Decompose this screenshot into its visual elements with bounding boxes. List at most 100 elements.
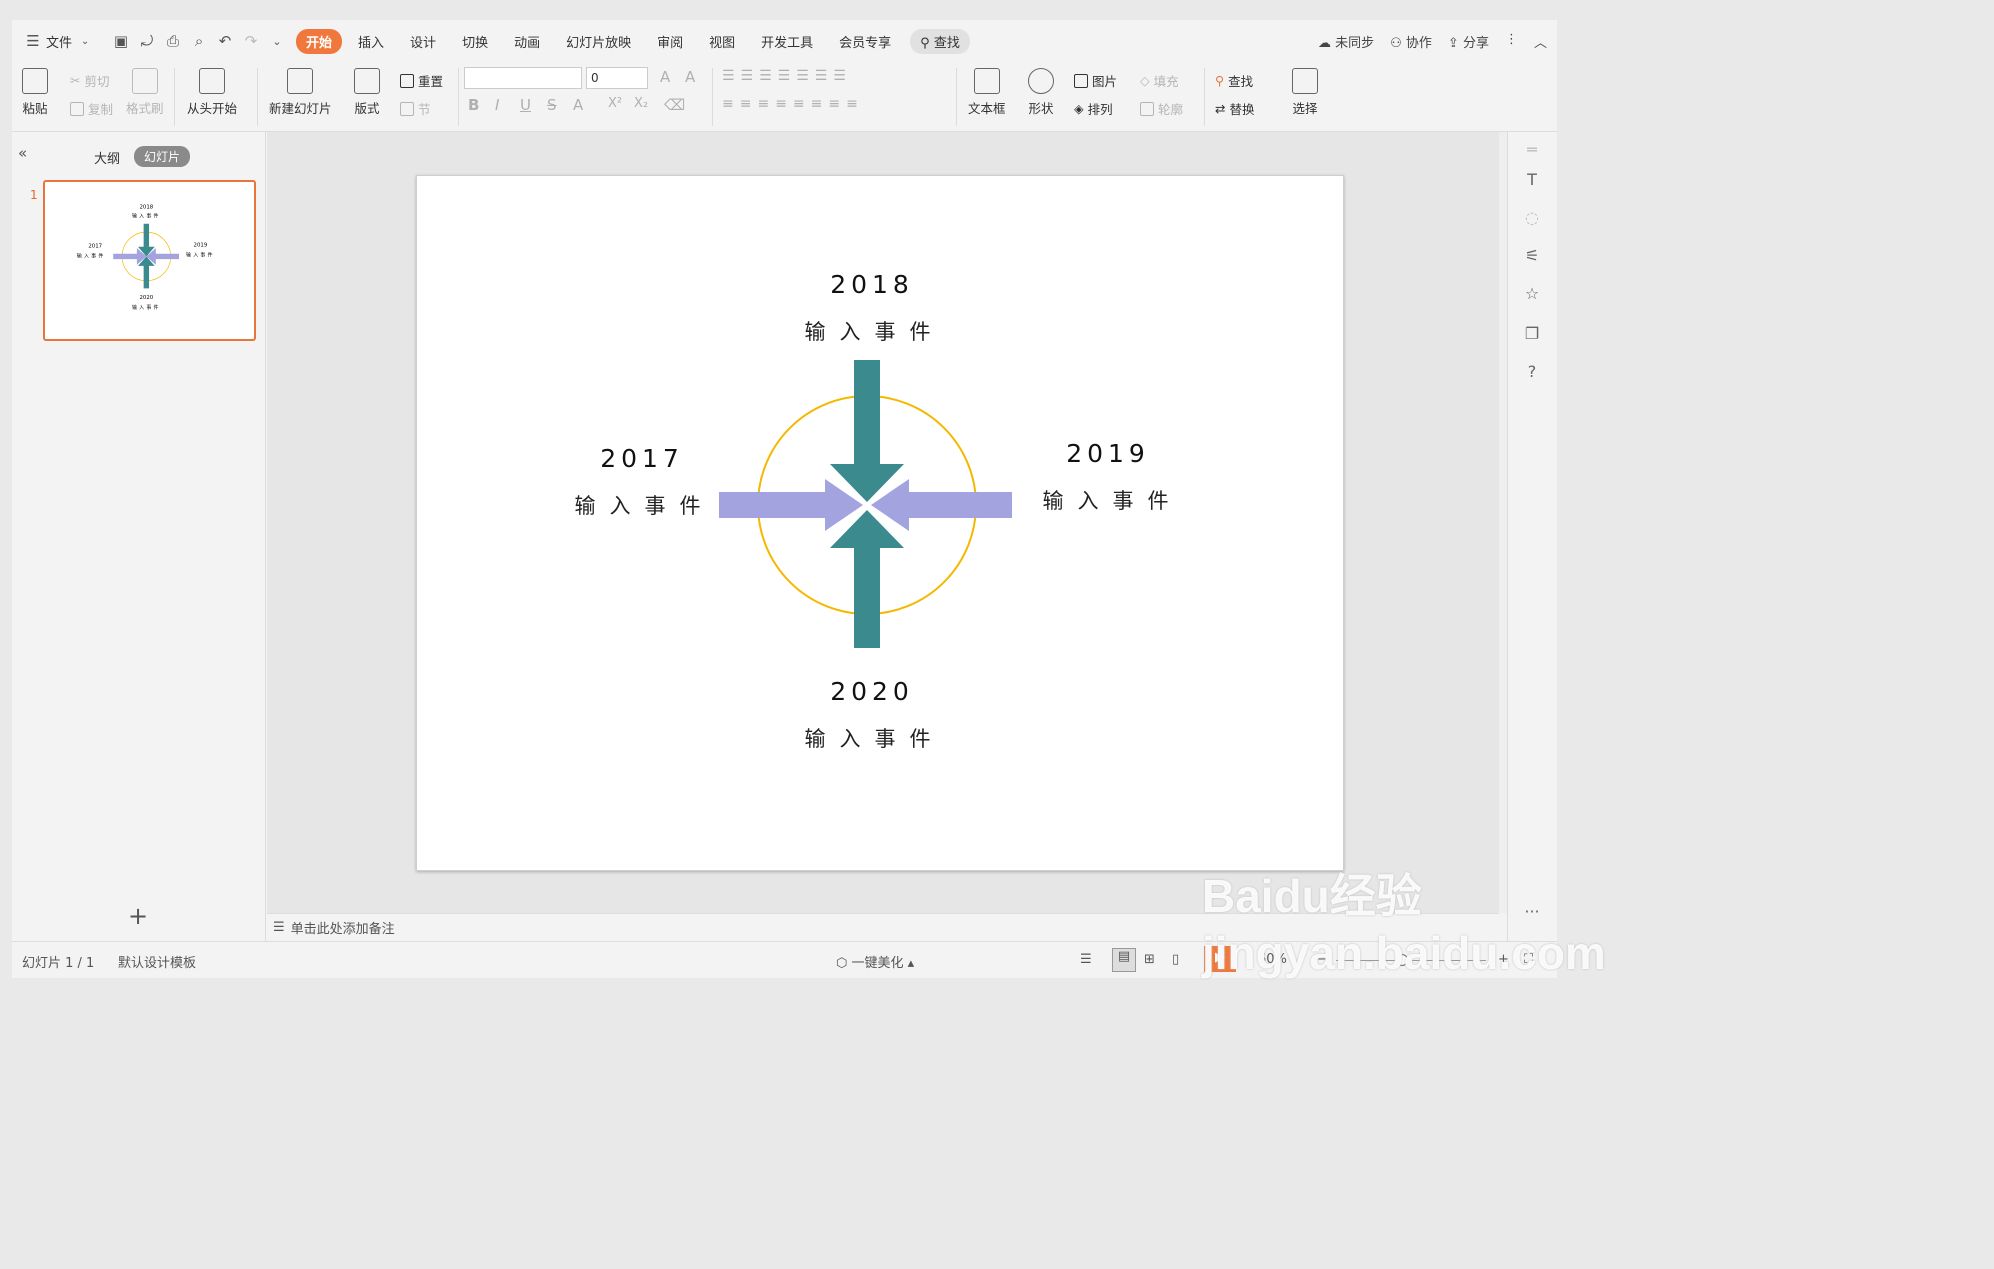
- format-painter-button[interactable]: 格式刷: [126, 68, 164, 117]
- separator: [257, 68, 258, 126]
- arrow-left-purple[interactable]: [871, 479, 1012, 531]
- strikethrough-icon[interactable]: S: [547, 96, 557, 114]
- increase-font-icon[interactable]: A: [660, 68, 670, 86]
- new-slide-label: 新建幻灯片: [269, 101, 332, 116]
- add-slide-button[interactable]: +: [128, 902, 148, 930]
- font-color-icon[interactable]: A: [573, 96, 583, 114]
- tab-animations[interactable]: 动画: [504, 29, 550, 54]
- tab-developer[interactable]: 开发工具: [751, 29, 823, 54]
- sorter-view-icon[interactable]: ⊞: [1144, 952, 1155, 967]
- cut-button[interactable]: ✂ 剪切: [70, 71, 110, 90]
- shapes-button[interactable]: 形状: [1028, 68, 1054, 117]
- find-button[interactable]: ⚲ 查找: [1215, 71, 1253, 90]
- picture-button[interactable]: 图片: [1074, 71, 1117, 90]
- year-2020[interactable]: 2020: [797, 677, 947, 706]
- tab-design[interactable]: 设计: [400, 29, 446, 54]
- font-size-select[interactable]: 0: [586, 67, 648, 89]
- undo-icon[interactable]: ↶: [212, 30, 238, 52]
- alignment-icon[interactable]: ≡≡≡≡≡≡≡≡: [722, 96, 864, 112]
- arrange-button[interactable]: ◈ 排列: [1074, 99, 1113, 118]
- tab-outline[interactable]: 大纲: [94, 148, 120, 167]
- fill-button[interactable]: ◇ 填充: [1140, 71, 1179, 90]
- bold-icon[interactable]: B: [468, 96, 479, 114]
- year-2019[interactable]: 2019: [1033, 439, 1183, 468]
- settings-sliders-icon[interactable]: ⚟: [1522, 246, 1542, 266]
- superscript-icon[interactable]: X²: [608, 96, 622, 111]
- search-button[interactable]: ⚲ 查找: [910, 28, 970, 54]
- redo-icon[interactable]: ↷: [238, 30, 264, 52]
- share-button[interactable]: ⇪ 分享: [1448, 32, 1489, 51]
- lightbulb-icon[interactable]: ◌: [1522, 208, 1542, 228]
- event-label-top[interactable]: 输入事件: [787, 316, 962, 346]
- copy-icon[interactable]: ❐: [1522, 324, 1542, 344]
- arrow-up-teal[interactable]: [830, 510, 904, 648]
- new-slide-button[interactable]: 新建幻灯片: [269, 68, 332, 117]
- template-name[interactable]: 默认设计模板: [118, 952, 196, 971]
- tab-view[interactable]: 视图: [699, 29, 745, 54]
- tab-slideshow[interactable]: 幻灯片放映: [556, 29, 641, 54]
- sync-button[interactable]: ☁ 未同步: [1318, 32, 1374, 51]
- picture-icon: [1074, 73, 1088, 88]
- italic-icon[interactable]: I: [495, 96, 499, 114]
- slide[interactable]: 2018 输入事件 2017 输入事件 2019 输入事件 2020 输入事件: [416, 175, 1344, 871]
- section-button[interactable]: 节: [400, 99, 431, 118]
- customize-icon[interactable]: ⌄: [264, 30, 290, 52]
- handle-icon[interactable]: ═: [1522, 140, 1542, 160]
- reset-button[interactable]: 重置: [400, 71, 443, 90]
- print-preview-icon[interactable]: ⌕: [186, 30, 212, 52]
- right-actions: ☁ 未同步 ⚇ 协作 ⇪ 分享 ⋮ ︿: [1318, 32, 1547, 51]
- section-label: 节: [418, 102, 431, 117]
- select-button[interactable]: 选择: [1292, 68, 1318, 117]
- select-label: 选择: [1292, 101, 1318, 116]
- tab-review[interactable]: 审阅: [647, 29, 693, 54]
- year-2017[interactable]: 2017: [567, 444, 717, 473]
- collaborate-button[interactable]: ⚇ 协作: [1390, 32, 1432, 51]
- paste-button[interactable]: 粘贴: [22, 68, 48, 117]
- subscript-icon[interactable]: X₂: [634, 96, 648, 111]
- event-label-left[interactable]: 输入事件: [557, 490, 732, 520]
- cloud-icon[interactable]: ⤾: [134, 30, 160, 52]
- text-icon[interactable]: T: [1522, 170, 1542, 190]
- eraser-icon[interactable]: ⌫: [664, 96, 685, 114]
- reading-view-icon[interactable]: ▯: [1172, 952, 1179, 967]
- slide-thumbnail[interactable]: 2018 2017 2019 2020 输入事件 输入事件 输入事件 输入事件: [43, 180, 256, 341]
- thumb-year-2017: 2017: [88, 243, 102, 249]
- layout-icon: [354, 68, 380, 94]
- vertical-scrollbar[interactable]: [1499, 132, 1507, 913]
- arrow-down-teal[interactable]: [830, 360, 904, 502]
- decrease-font-icon[interactable]: A: [685, 68, 695, 86]
- font-family-select[interactable]: [464, 67, 582, 89]
- notes-toggle-icon[interactable]: ☰: [1080, 952, 1092, 967]
- copy-button[interactable]: 复制: [70, 99, 113, 118]
- replace-button[interactable]: ⇄ 替换: [1215, 99, 1255, 118]
- print-icon[interactable]: ⎙: [160, 30, 186, 52]
- help-icon[interactable]: ?: [1522, 362, 1542, 382]
- star-icon[interactable]: ☆: [1522, 284, 1542, 304]
- tab-transitions[interactable]: 切换: [452, 29, 498, 54]
- underline-icon[interactable]: U: [520, 96, 531, 114]
- event-label-bottom[interactable]: 输入事件: [787, 723, 962, 753]
- year-2018[interactable]: 2018: [797, 270, 947, 299]
- more-icon[interactable]: ⋮: [1505, 32, 1518, 51]
- tab-slides[interactable]: 幻灯片: [134, 146, 191, 167]
- tab-member[interactable]: 会员专享: [829, 29, 901, 54]
- normal-view-icon[interactable]: ▤: [1112, 948, 1136, 972]
- outline-label: 轮廓: [1158, 102, 1184, 117]
- event-label-right[interactable]: 输入事件: [1025, 485, 1200, 515]
- start-slideshow-button[interactable]: 从头开始: [187, 68, 237, 117]
- slide-canvas-area: 2018 输入事件 2017 输入事件 2019 输入事件 2020 输入事件: [267, 132, 1499, 913]
- text-box-button[interactable]: 文本框: [968, 68, 1006, 117]
- bullets-icon[interactable]: ☰☰☰☰☰☰☰: [722, 68, 852, 84]
- search-label: 查找: [933, 35, 960, 51]
- outline-button[interactable]: 轮廓: [1140, 99, 1183, 118]
- layout-button[interactable]: 版式: [354, 68, 380, 117]
- collapse-panel-icon[interactable]: «: [18, 144, 27, 162]
- beautify-button[interactable]: ⬡ 一键美化 ▴: [836, 952, 914, 971]
- find-label: 查找: [1228, 74, 1254, 89]
- collapse-ribbon-icon[interactable]: ︿: [1534, 32, 1547, 51]
- tab-insert[interactable]: 插入: [348, 29, 394, 54]
- tab-home[interactable]: 开始: [296, 28, 343, 54]
- file-menu[interactable]: ☰ 文件 ⌄: [20, 30, 98, 52]
- arrow-right-purple[interactable]: [719, 479, 863, 531]
- save-icon[interactable]: ▣: [108, 30, 134, 52]
